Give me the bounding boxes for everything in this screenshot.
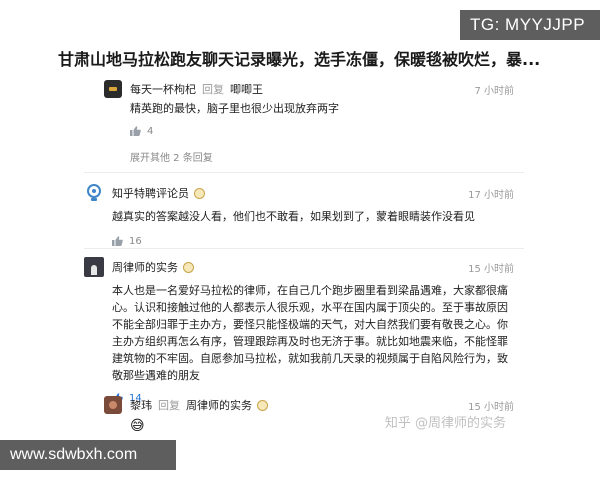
reply-timestamp: 7 小时前 <box>474 85 514 97</box>
avatar[interactable] <box>84 183 104 203</box>
avatar[interactable] <box>104 396 122 414</box>
reply-target-username[interactable]: 唧唧王 <box>230 81 263 97</box>
reply-timestamp: 15 小时前 <box>468 401 514 413</box>
tg-watermark: TG: MYYJJPP <box>460 10 600 40</box>
comment-text: 越真实的答案越没人看，他们也不敢看，如果划到了，蒙着眼睛装作没看见 <box>112 210 475 223</box>
avatar[interactable] <box>104 80 122 98</box>
expand-replies-link[interactable]: 展开其他 2 条回复 <box>104 149 514 164</box>
comment-timestamp: 17 小时前 <box>468 189 514 201</box>
divider <box>84 172 524 173</box>
divider <box>84 248 524 249</box>
thumbs-up-icon <box>130 126 141 136</box>
reply-keyword: 回复 <box>202 83 224 96</box>
reply-item: 每天一杯枸杞 回复 唧唧王 7 小时前 精英跑的最快，脑子里也很少出现放弃两字 … <box>104 78 514 164</box>
like-count: 16 <box>129 235 142 247</box>
page: TG: MYYJJPP 甘肃山地马拉松跑友聊天记录曝光，选手冻僵，保暖毯被吹烂，… <box>0 0 600 480</box>
site-watermark: www.sdwbxh.com <box>0 440 176 470</box>
zhihu-watermark: 知乎 @周律师的实务 <box>384 416 506 431</box>
comment-username[interactable]: 周律师的实务 <box>112 259 178 275</box>
comment-text: 本人也是一名爱好马拉松的律师，在自己几个跑步圈里看到梁晶遇难，大家都很痛心。认识… <box>112 284 508 382</box>
avatar[interactable] <box>84 257 104 277</box>
thumbs-up-icon <box>112 236 123 246</box>
like-count: 4 <box>147 125 154 137</box>
reply-text: 精英跑的最快，脑子里也很少出现放弃两字 <box>130 102 339 115</box>
like-button[interactable]: 4 <box>104 121 514 141</box>
reply-target-username[interactable]: 周律师的实务 <box>186 397 252 413</box>
verified-badge-icon <box>194 187 205 199</box>
comment-item: 周律师的实务 15 小时前 本人也是一名爱好马拉松的律师，在自己几个跑步圈里看到… <box>84 256 514 408</box>
reply-keyword: 回复 <box>158 399 180 412</box>
verified-badge-icon <box>183 261 194 273</box>
reply-username[interactable]: 每天一杯枸杞 <box>130 81 196 97</box>
reply-username[interactable]: 黎玮 <box>130 397 152 413</box>
article-headline[interactable]: 甘肃山地马拉松跑友聊天记录曝光，选手冻僵，保暖毯被吹烂，暴... <box>58 46 598 70</box>
verified-badge-icon <box>257 399 268 411</box>
comment-timestamp: 15 小时前 <box>468 263 514 275</box>
comment-username[interactable]: 知乎特聘评论员 <box>112 185 189 201</box>
robot-avatar-icon <box>87 184 101 201</box>
comment-item: 知乎特聘评论员 17 小时前 越真实的答案越没人看，他们也不敢看，如果划到了，蒙… <box>84 182 514 251</box>
comment-thread-screenshot: 每天一杯枸杞 回复 唧唧王 7 小时前 精英跑的最快，脑子里也很少出现放弃两字 … <box>84 72 524 444</box>
